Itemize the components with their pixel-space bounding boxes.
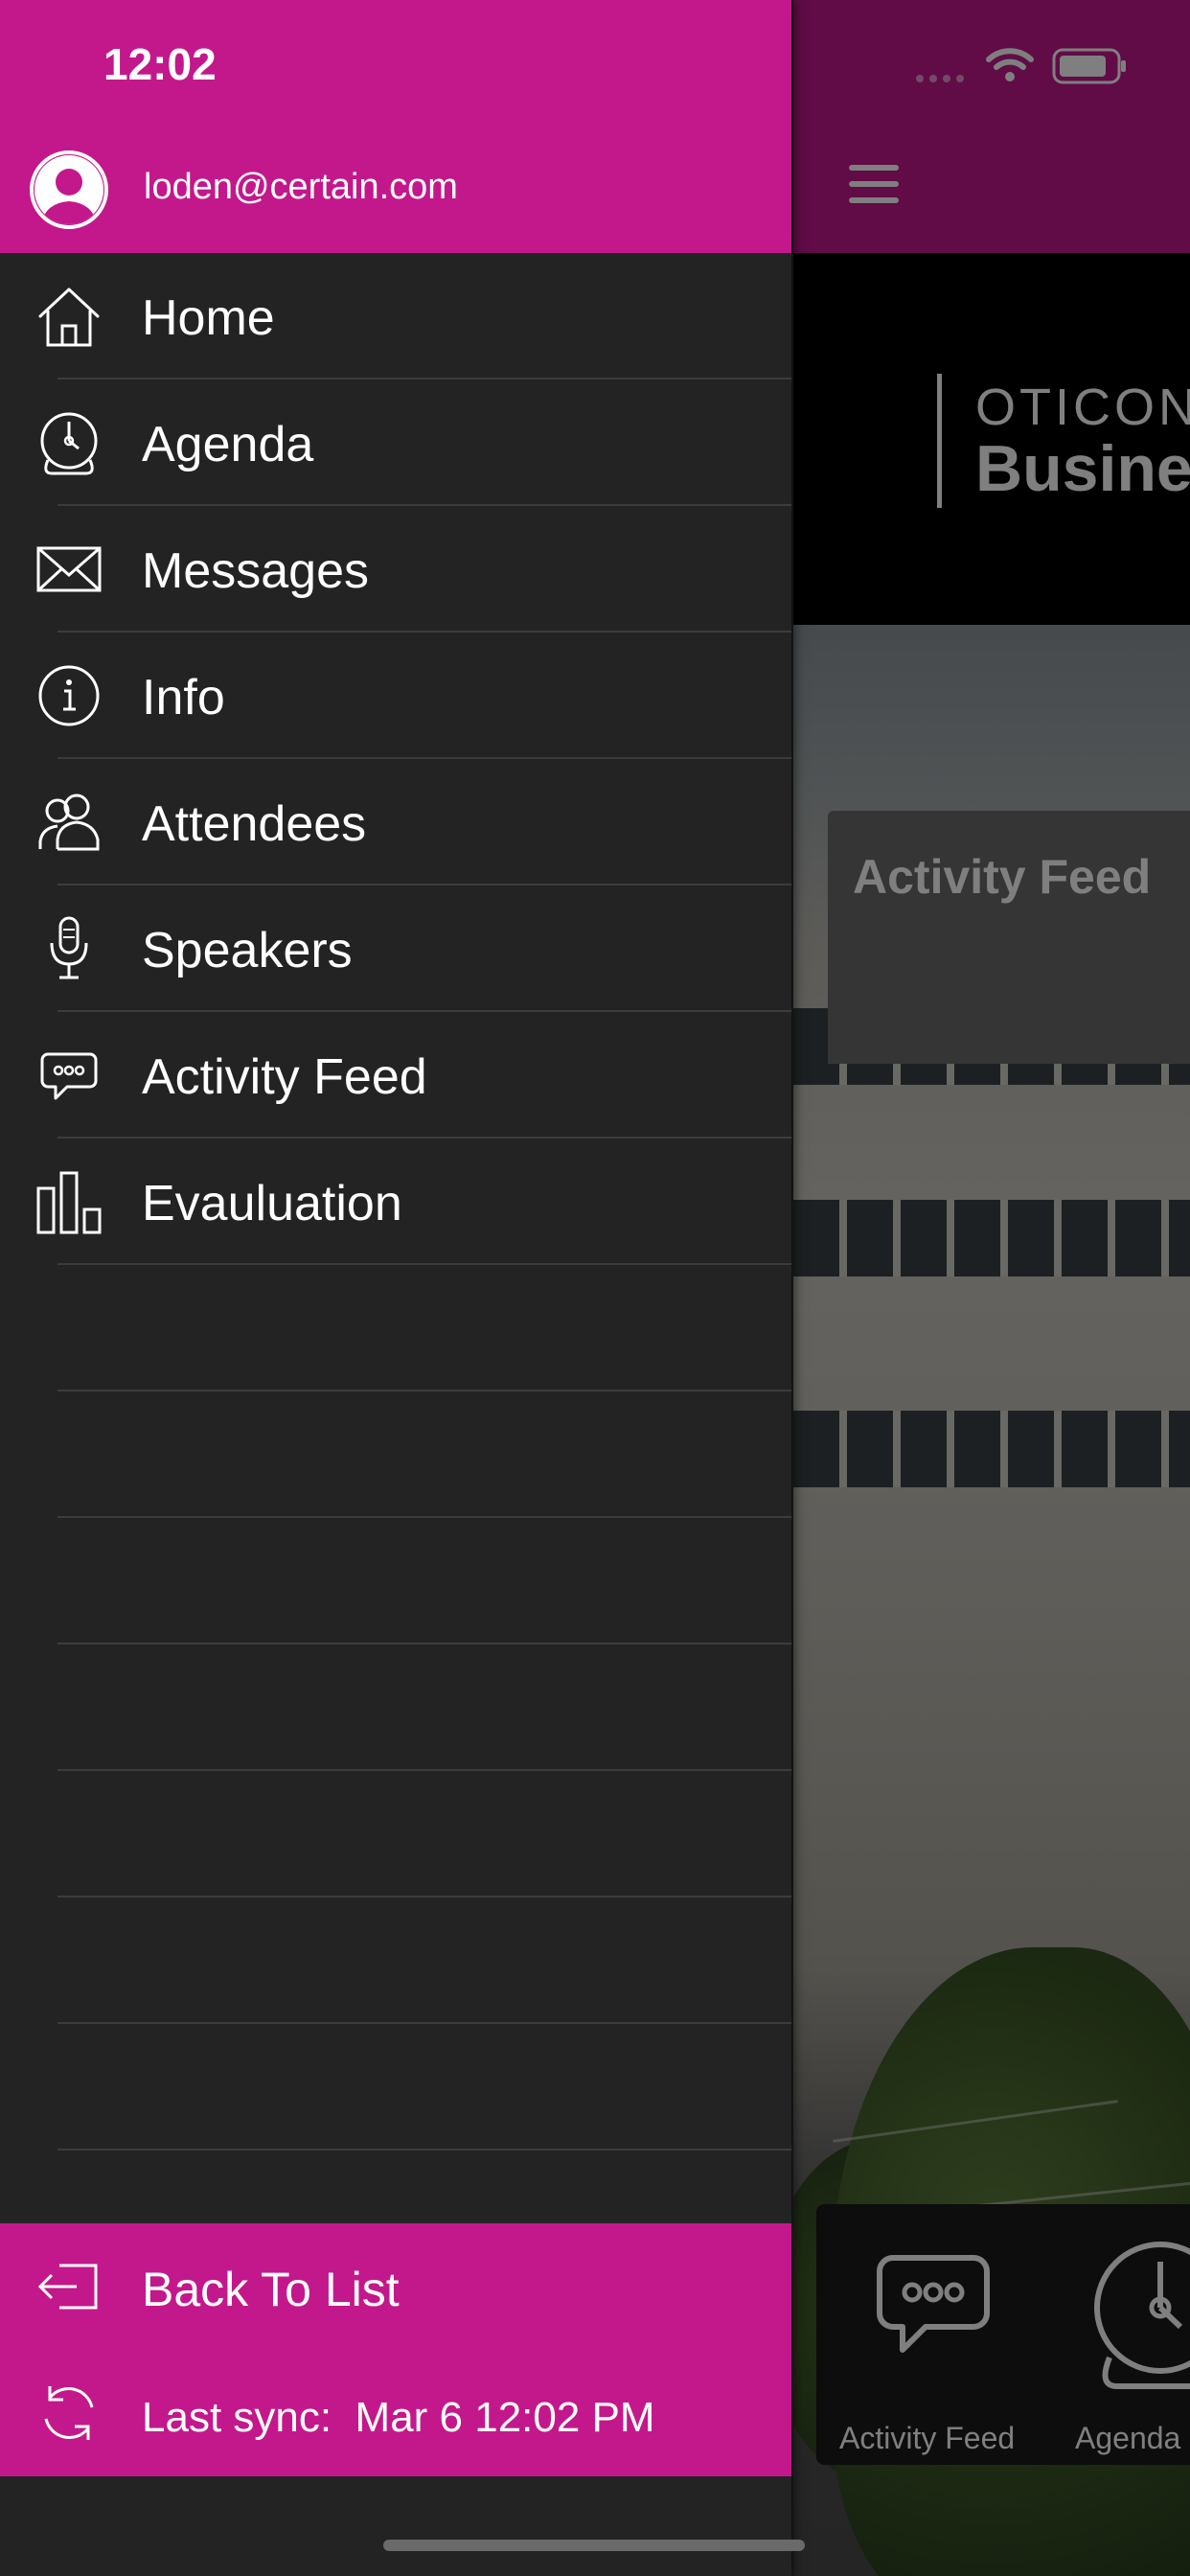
user-avatar-icon[interactable]	[29, 150, 109, 230]
envelope-icon	[36, 546, 102, 592]
people-icon	[38, 794, 100, 851]
agenda-tile-label: Agenda	[1075, 2421, 1181, 2455]
activity-feed-tile-label: Activity Feed	[839, 2421, 1016, 2455]
empty-row-divider	[57, 1769, 791, 1771]
agenda-tile[interactable]: Agenda	[1065, 2204, 1190, 2465]
empty-row-divider	[57, 1390, 791, 1392]
menu-item-home[interactable]: Home	[0, 253, 791, 380]
empty-row-divider	[57, 1896, 791, 1898]
menu-item-label: Messages	[142, 543, 369, 599]
menu-item-label: Agenda	[142, 417, 314, 472]
menu-item-activity-feed[interactable]: Activity Feed	[0, 1012, 791, 1138]
brand-divider	[937, 374, 942, 508]
back-to-list-button[interactable]: Back To List	[0, 2223, 791, 2350]
user-email: loden@certain.com	[144, 167, 458, 207]
last-sync-text: Last sync: Mar 6 12:02 PM	[142, 2394, 655, 2441]
home-icon	[38, 288, 100, 347]
sync-icon	[44, 2386, 94, 2440]
hamburger-menu-icon[interactable]	[849, 165, 899, 205]
menu-item-messages[interactable]: Messages	[0, 506, 791, 632]
cellular-signal-icon	[916, 75, 964, 82]
menu-item-label: Info	[142, 670, 225, 725]
menu-item-label: Home	[142, 290, 275, 346]
menu-item-label: Attendees	[142, 796, 367, 852]
quick-tiles: Activity Feed Agenda	[816, 2204, 1190, 2465]
microphone-icon	[50, 916, 88, 979]
drawer-header: 12:02 loden@certain.com	[0, 0, 791, 253]
chat-bubble-icon	[877, 2255, 990, 2353]
menu-divider	[57, 1263, 791, 1265]
chat-bubble-icon	[40, 1052, 98, 1100]
main-app-view: OTICON Business Activity Feed Activity F…	[793, 0, 1190, 2576]
empty-row-divider	[57, 2022, 791, 2024]
clock-icon	[40, 412, 98, 475]
empty-row-divider	[57, 1516, 791, 1518]
back-to-list-label: Back To List	[142, 2263, 400, 2316]
wifi-icon	[986, 48, 1034, 81]
clock-icon	[1094, 2242, 1190, 2389]
brand-banner: OTICON Business	[793, 253, 1190, 625]
empty-row-divider	[57, 1643, 791, 1644]
status-time: 12:02	[103, 39, 217, 89]
activity-feed-card-title: Activity Feed	[853, 850, 1152, 904]
menu-item-agenda[interactable]: Agenda	[0, 380, 791, 506]
main-header	[793, 0, 1190, 253]
brand-line1: OTICON	[975, 379, 1190, 436]
brand-line2: Business	[975, 432, 1190, 505]
bar-chart-icon	[36, 1171, 102, 1234]
menu-item-evaluation[interactable]: Evauluation	[0, 1138, 791, 1265]
sync-button[interactable]: Last sync: Mar 6 12:02 PM	[0, 2350, 791, 2476]
exit-arrow-icon	[37, 2264, 98, 2310]
activity-feed-card[interactable]: Activity Feed	[828, 811, 1190, 1064]
home-indicator[interactable]	[383, 2540, 805, 2551]
battery-icon	[1052, 48, 1126, 84]
drawer-footer: Back To List Last sync: Mar 6 12:02 PM	[0, 2223, 791, 2476]
menu-item-attendees[interactable]: Attendees	[0, 759, 791, 886]
menu-item-info[interactable]: Info	[0, 632, 791, 759]
menu-item-speakers[interactable]: Speakers	[0, 886, 791, 1012]
menu-item-label: Speakers	[142, 923, 353, 978]
info-icon	[38, 665, 100, 726]
navigation-drawer: 12:02 loden@certain.com Home Agenda Mess…	[0, 0, 791, 2576]
activity-feed-tile[interactable]: Activity Feed	[816, 2204, 1046, 2465]
empty-row-divider	[57, 2149, 791, 2150]
menu-item-label: Evauluation	[142, 1176, 402, 1231]
menu-item-label: Activity Feed	[142, 1049, 427, 1105]
